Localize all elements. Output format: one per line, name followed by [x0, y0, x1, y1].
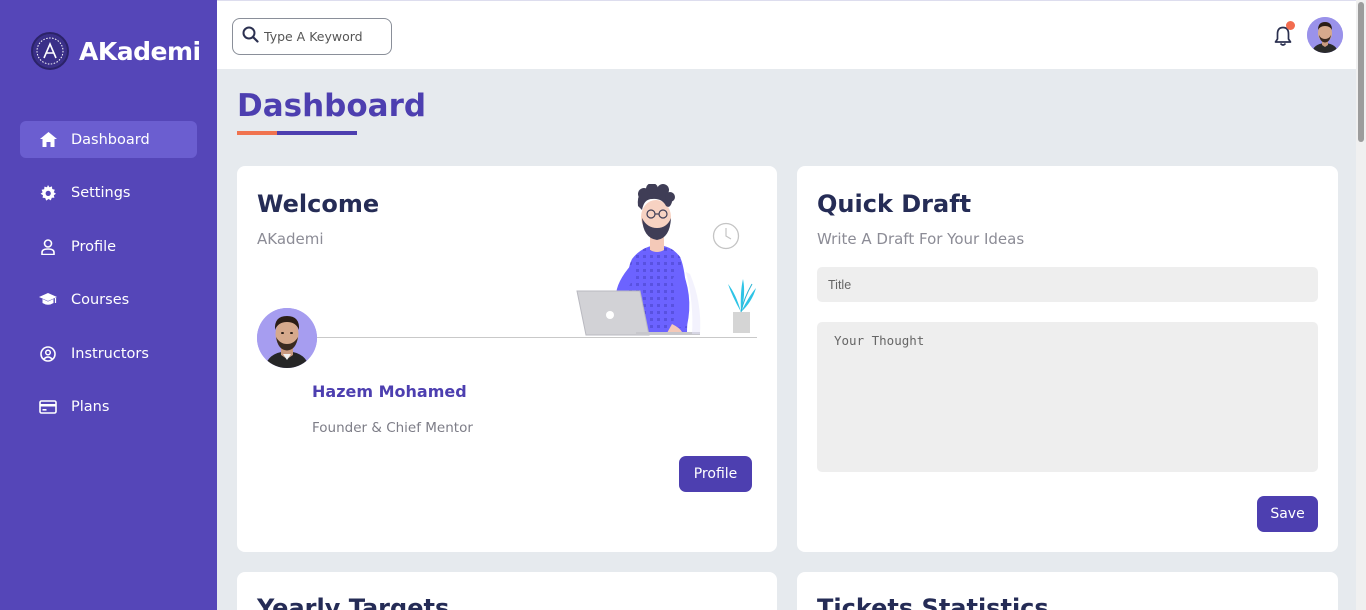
yearly-targets-card: Yearly Targets — [237, 572, 777, 610]
gear-icon — [39, 184, 57, 202]
bell-icon — [1272, 26, 1294, 51]
welcome-subtitle: AKademi — [257, 230, 324, 248]
user-name: Hazem Mohamed — [312, 382, 467, 401]
avatar[interactable] — [257, 308, 317, 368]
user-avatar[interactable] — [1307, 17, 1343, 53]
user-icon — [39, 238, 57, 256]
save-button[interactable]: Save — [1257, 496, 1318, 532]
welcome-title: Welcome — [257, 190, 380, 218]
search-box[interactable] — [232, 18, 392, 55]
sidebar-item-settings[interactable]: Settings — [20, 175, 197, 212]
sidebar-item-label: Settings — [71, 185, 131, 201]
credit-card-icon — [39, 398, 57, 416]
sidebar-item-label: Profile — [71, 238, 117, 255]
draft-title-input[interactable] — [817, 267, 1318, 302]
sidebar-item-label: Dashboard — [71, 131, 150, 148]
user-role: Founder & Chief Mentor — [312, 420, 473, 436]
page-title: Dashboard — [237, 88, 427, 124]
sidebar-item-label: Plans — [71, 399, 110, 415]
welcome-illustration — [576, 184, 756, 336]
scrollbar-thumb[interactable] — [1358, 2, 1364, 142]
tickets-statistics-title: Tickets Statistics — [817, 594, 1049, 610]
sidebar-item-profile[interactable]: Profile — [20, 228, 197, 265]
quick-draft-card: Quick Draft Write A Draft For Your Ideas… — [797, 166, 1338, 552]
search-icon — [242, 26, 259, 47]
brand[interactable]: AKademi — [31, 32, 201, 70]
logo-icon — [31, 32, 69, 70]
search-input[interactable] — [264, 29, 384, 44]
top-bar — [217, 0, 1356, 69]
sidebar: AKademi Dashboard Settings Profile Cours… — [0, 0, 217, 610]
notification-button[interactable] — [1272, 21, 1296, 51]
draft-subtitle: Write A Draft For Your Ideas — [817, 230, 1025, 248]
notification-badge — [1286, 21, 1295, 30]
welcome-divider — [257, 337, 757, 338]
scrollbar[interactable] — [1356, 0, 1366, 610]
sidebar-item-label: Instructors — [71, 345, 149, 362]
sidebar-item-instructors[interactable]: Instructors — [20, 335, 197, 372]
yearly-targets-title: Yearly Targets — [257, 594, 450, 610]
draft-title: Quick Draft — [817, 190, 972, 218]
sidebar-item-label: Courses — [71, 292, 130, 308]
sidebar-item-courses[interactable]: Courses — [20, 282, 197, 319]
title-underline — [237, 131, 357, 135]
home-icon — [39, 131, 57, 149]
sidebar-item-dashboard[interactable]: Dashboard — [20, 121, 197, 158]
profile-button[interactable]: Profile — [679, 456, 752, 492]
sidebar-item-plans[interactable]: Plans — [20, 389, 197, 426]
user-circle-icon — [39, 345, 57, 363]
tickets-statistics-card: Tickets Statistics — [797, 572, 1338, 610]
welcome-card: Welcome AKademi Hazem Mohamed Founder & … — [237, 166, 777, 552]
sidebar-nav: Dashboard Settings Profile Courses Instr… — [20, 121, 197, 442]
graduation-cap-icon — [39, 291, 57, 309]
brand-name: AKademi — [79, 36, 201, 66]
draft-thought-input[interactable] — [817, 322, 1318, 472]
